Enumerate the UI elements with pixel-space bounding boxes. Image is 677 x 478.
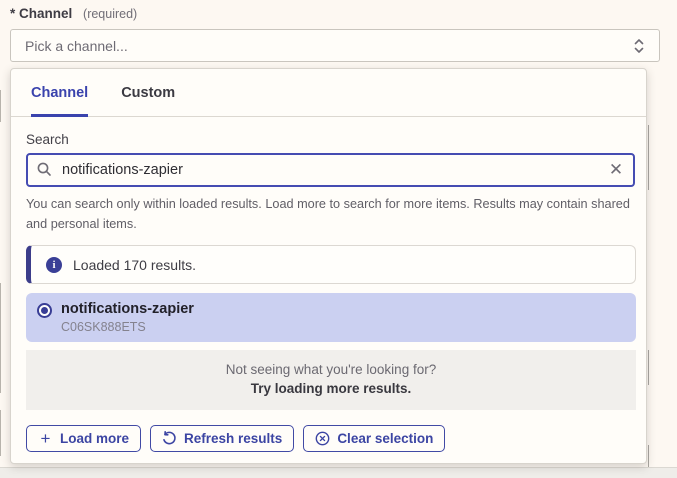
dropdown-body: Search ✕ You can search only within load… — [11, 117, 646, 452]
channel-field-label-row: * Channel (required) — [10, 6, 137, 21]
tab-custom[interactable]: Custom — [121, 85, 175, 116]
result-texts: notifications-zapier C06SK888ETS — [61, 300, 194, 333]
search-help-text: You can search only within loaded result… — [26, 195, 636, 234]
channel-select-placeholder: Pick a channel... — [25, 38, 633, 54]
chevron-up-down-icon — [633, 37, 645, 55]
plus-icon: + — [38, 431, 53, 446]
channel-dropdown-panel: Channel Custom Search ✕ You can search o… — [10, 68, 647, 464]
occluded-field-border — [0, 283, 1, 393]
tab-channel[interactable]: Channel — [31, 85, 88, 117]
refresh-results-button[interactable]: Refresh results — [150, 425, 294, 452]
search-icon — [36, 161, 53, 178]
search-field: ✕ — [26, 153, 635, 187]
refresh-results-label: Refresh results — [184, 431, 282, 446]
not-seeing-hint: Not seeing what you're looking for? Try … — [26, 350, 636, 410]
clear-selection-label: Clear selection — [337, 431, 433, 446]
load-more-label: Load more — [60, 431, 129, 446]
result-subtitle: C06SK888ETS — [61, 320, 194, 334]
radio-selected-icon[interactable] — [37, 303, 52, 318]
refresh-icon — [162, 431, 177, 446]
dropdown-tabs: Channel Custom — [11, 69, 646, 117]
circle-x-icon — [315, 431, 330, 446]
channel-field-label: * Channel — [10, 6, 72, 21]
loaded-results-banner: i Loaded 170 results. — [26, 245, 636, 284]
dropdown-actions: + Load more Refresh results Clear select… — [26, 425, 636, 452]
occluded-section-strip — [0, 467, 677, 478]
occluded-field-border — [648, 350, 649, 385]
info-icon: i — [46, 257, 62, 273]
loaded-results-text: Loaded 170 results. — [73, 257, 196, 273]
channel-select[interactable]: Pick a channel... — [10, 29, 660, 62]
occluded-field-border — [648, 125, 649, 190]
search-input[interactable] — [26, 153, 635, 187]
occluded-field-border — [0, 410, 1, 456]
search-label: Search — [26, 132, 636, 147]
clear-selection-button[interactable]: Clear selection — [303, 425, 445, 452]
hint-suggestion: Try loading more results. — [36, 381, 626, 396]
required-badge: (required) — [83, 7, 137, 21]
load-more-button[interactable]: + Load more — [26, 425, 141, 452]
occluded-field-border — [648, 445, 649, 467]
result-row-notifications-zapier[interactable]: notifications-zapier C06SK888ETS — [26, 293, 636, 341]
result-title: notifications-zapier — [61, 300, 194, 318]
hint-question: Not seeing what you're looking for? — [36, 362, 626, 377]
clear-search-icon[interactable]: ✕ — [607, 160, 625, 179]
occluded-field-border — [0, 90, 1, 122]
